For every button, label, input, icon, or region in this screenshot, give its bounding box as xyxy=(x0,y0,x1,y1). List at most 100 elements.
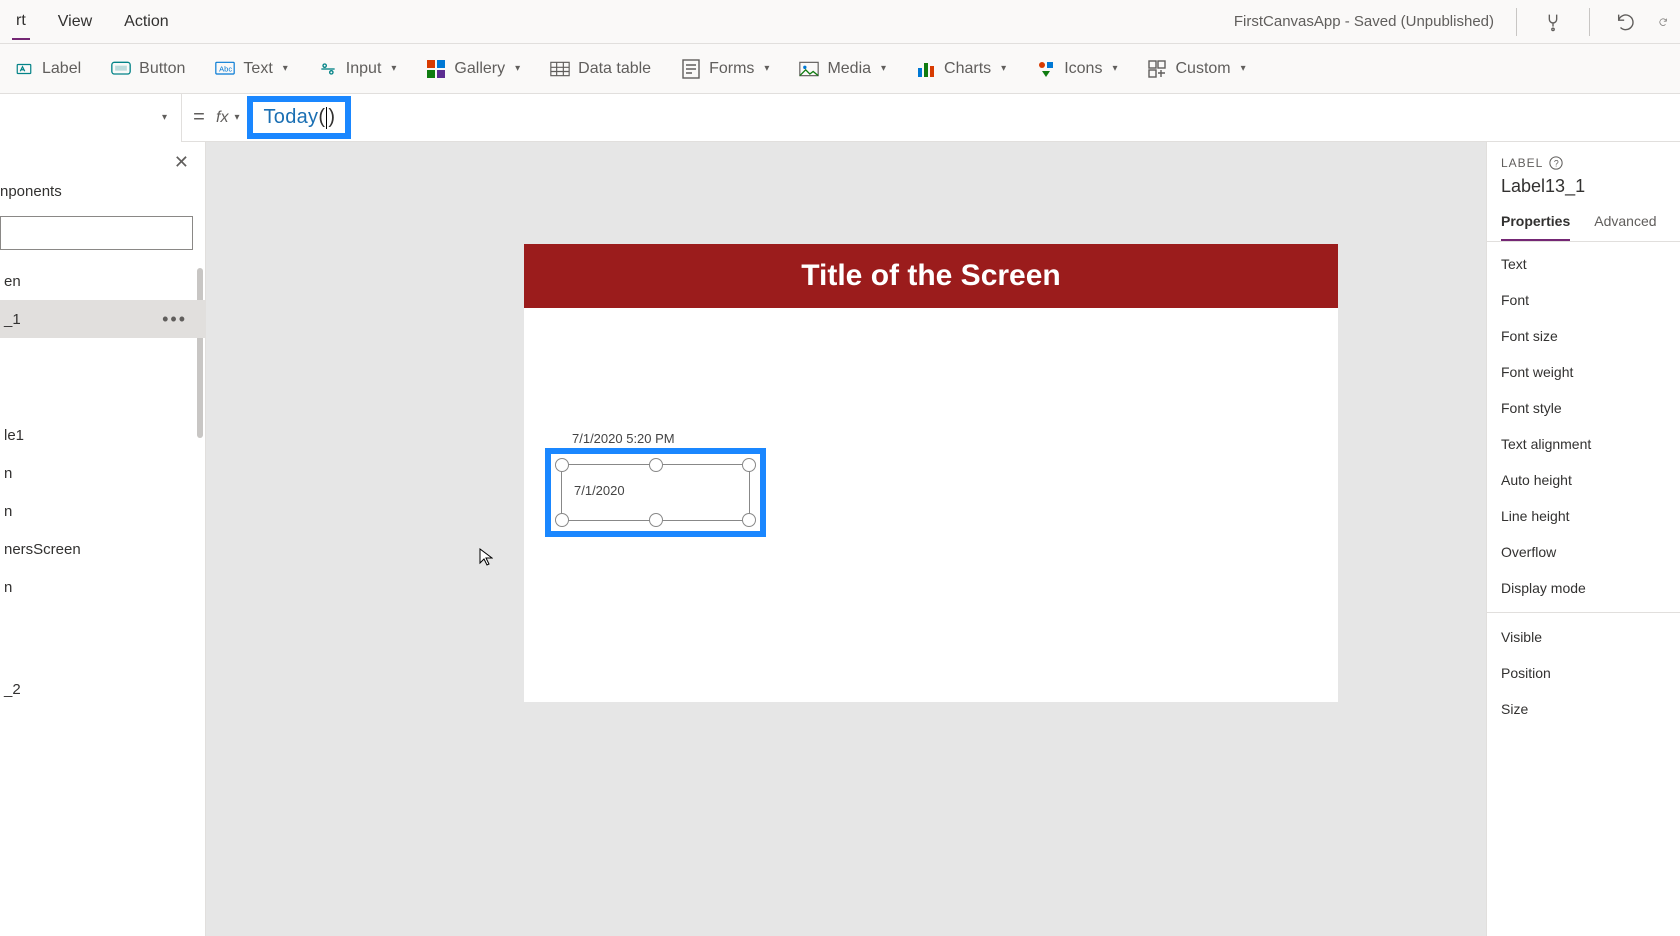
app-status: FirstCanvasApp - Saved (Unpublished) xyxy=(1234,13,1494,30)
custom-icon xyxy=(1147,59,1167,79)
formula-input-highlight: Today() xyxy=(247,96,351,139)
prop-size[interactable]: Size xyxy=(1487,691,1680,727)
ribbon-text[interactable]: Abc Text ▾ xyxy=(215,59,287,79)
tree-item[interactable]: le1 xyxy=(0,416,205,454)
chevron-down-icon: ▾ xyxy=(283,63,288,74)
ribbon-text-text: Text xyxy=(243,60,272,78)
divider xyxy=(1516,8,1517,36)
tree-item-label: n xyxy=(4,503,12,520)
selected-control-text: 7/1/2020 xyxy=(574,483,625,498)
tree-item-label: le1 xyxy=(4,427,24,444)
ribbon-custom-text: Custom xyxy=(1175,60,1230,78)
input-icon xyxy=(318,59,338,79)
label-icon xyxy=(14,59,34,79)
gallery-icon xyxy=(426,59,446,79)
chevron-down-icon: ▾ xyxy=(162,112,167,123)
prop-line-height[interactable]: Line height xyxy=(1487,498,1680,534)
ribbon-gallery-text: Gallery xyxy=(454,60,505,78)
canvas-area[interactable]: Title of the Screen 7/1/2020 5:20 PM 7/1… xyxy=(206,142,1486,936)
more-icon[interactable]: ••• xyxy=(162,309,187,330)
prop-display-mode[interactable]: Display mode xyxy=(1487,570,1680,606)
resize-handle[interactable] xyxy=(555,458,569,472)
tree-item-selected[interactable]: _1 ••• xyxy=(0,300,205,338)
ribbon-button[interactable]: Button xyxy=(111,59,185,79)
selected-control-highlight[interactable]: 7/1/2020 xyxy=(545,448,766,537)
tree-item[interactable]: n xyxy=(0,568,205,606)
app-checker-icon[interactable] xyxy=(1539,8,1567,36)
chevron-down-icon: ▾ xyxy=(881,63,886,74)
selected-control[interactable]: 7/1/2020 xyxy=(561,464,750,521)
prop-auto-height[interactable]: Auto height xyxy=(1487,462,1680,498)
prop-font-weight[interactable]: Font weight xyxy=(1487,354,1680,390)
tree-item-label: _2 xyxy=(4,681,21,698)
prop-font-size[interactable]: Font size xyxy=(1487,318,1680,354)
data-table-icon xyxy=(550,59,570,79)
chevron-down-icon: ▾ xyxy=(234,112,239,123)
menu-tab-action[interactable]: Action xyxy=(120,5,172,39)
chevron-down-icon: ▾ xyxy=(515,63,520,74)
fx-expand[interactable]: fx ▾ xyxy=(216,109,239,127)
ribbon-custom[interactable]: Custom ▾ xyxy=(1147,59,1245,79)
app-canvas[interactable]: Title of the Screen 7/1/2020 5:20 PM 7/1… xyxy=(524,244,1338,702)
close-icon[interactable]: ✕ xyxy=(174,152,189,173)
resize-handle[interactable] xyxy=(649,513,663,527)
forms-icon xyxy=(681,59,701,79)
prop-font-style[interactable]: Font style xyxy=(1487,390,1680,426)
prop-font[interactable]: Font xyxy=(1487,282,1680,318)
charts-icon xyxy=(916,59,936,79)
property-dropdown[interactable]: ▾ xyxy=(0,94,182,142)
tree-item-label: nersScreen xyxy=(4,541,81,558)
undo-icon[interactable] xyxy=(1612,8,1640,36)
tree-item-label: _1 xyxy=(4,311,21,328)
search-input[interactable] xyxy=(0,216,193,250)
button-icon xyxy=(111,59,131,79)
control-name[interactable]: Label13_1 xyxy=(1501,176,1666,197)
menu-tab-insert[interactable]: rt xyxy=(12,4,30,40)
tab-properties[interactable]: Properties xyxy=(1501,213,1570,241)
tree-item[interactable]: n xyxy=(0,454,205,492)
ribbon-media-text: Media xyxy=(827,60,871,78)
tree-item[interactable]: n xyxy=(0,492,205,530)
datetime-label[interactable]: 7/1/2020 5:20 PM xyxy=(572,431,675,446)
tree-item[interactable]: en xyxy=(0,262,205,300)
equals-sign: = xyxy=(182,106,216,129)
menu-tab-view[interactable]: View xyxy=(54,5,96,39)
resize-handle[interactable] xyxy=(742,458,756,472)
ribbon-input-text: Input xyxy=(346,60,382,78)
tree-item[interactable]: nersScreen xyxy=(0,530,205,568)
text-icon: Abc xyxy=(215,59,235,79)
prop-position[interactable]: Position xyxy=(1487,655,1680,691)
ribbon-icons[interactable]: Icons ▾ xyxy=(1036,59,1117,79)
ribbon-forms[interactable]: Forms ▾ xyxy=(681,59,769,79)
resize-handle[interactable] xyxy=(649,458,663,472)
chevron-down-icon: ▾ xyxy=(391,63,396,74)
chevron-down-icon: ▾ xyxy=(1241,63,1246,74)
properties-list: Text Font Font size Font weight Font sty… xyxy=(1487,242,1680,731)
tree-item[interactable]: _2 xyxy=(0,670,205,708)
ribbon-input[interactable]: Input ▾ xyxy=(318,59,397,79)
components-tab[interactable]: nponents xyxy=(0,173,205,208)
control-type-text: LABEL xyxy=(1501,156,1543,170)
menubar-left: rt View Action xyxy=(12,4,173,40)
resize-handle[interactable] xyxy=(555,513,569,527)
prop-overflow[interactable]: Overflow xyxy=(1487,534,1680,570)
prop-text-alignment[interactable]: Text alignment xyxy=(1487,426,1680,462)
ribbon-charts[interactable]: Charts ▾ xyxy=(916,59,1006,79)
redo-icon[interactable] xyxy=(1658,8,1668,36)
resize-handle[interactable] xyxy=(742,513,756,527)
ribbon-media[interactable]: Media ▾ xyxy=(799,59,886,79)
prop-text[interactable]: Text xyxy=(1487,246,1680,282)
tab-advanced[interactable]: Advanced xyxy=(1594,213,1656,241)
menubar: rt View Action FirstCanvasApp - Saved (U… xyxy=(0,0,1680,44)
formula-token-fn: Today xyxy=(263,106,318,128)
ribbon-charts-text: Charts xyxy=(944,60,991,78)
ribbon-gallery[interactable]: Gallery ▾ xyxy=(426,59,520,79)
ribbon-label-text: Label xyxy=(42,60,81,78)
help-icon[interactable]: ? xyxy=(1549,156,1563,170)
formula-input[interactable]: Today() xyxy=(263,106,335,129)
icons-icon xyxy=(1036,59,1056,79)
prop-visible[interactable]: Visible xyxy=(1487,619,1680,655)
ribbon-data-table[interactable]: Data table xyxy=(550,59,651,79)
ribbon-label[interactable]: Label xyxy=(14,59,81,79)
workspace: ✕ nponents en _1 ••• le1 n n nersScreen … xyxy=(0,142,1680,936)
